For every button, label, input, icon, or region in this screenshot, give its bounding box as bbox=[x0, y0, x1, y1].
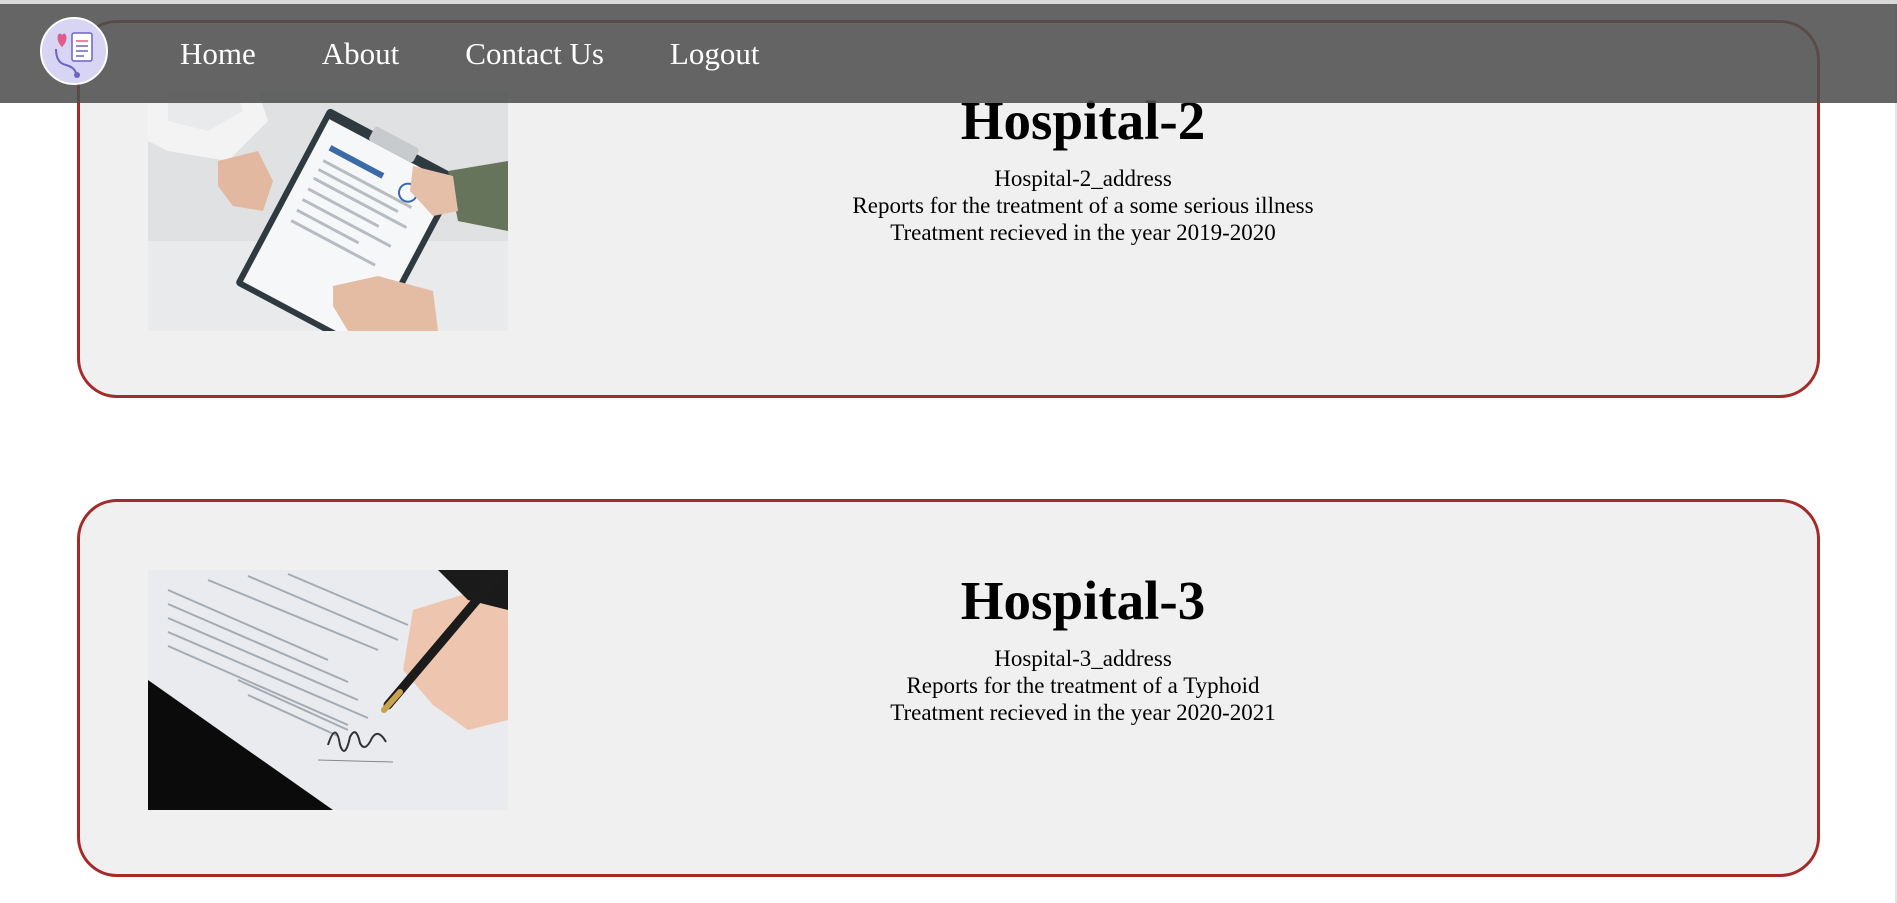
top-border bbox=[0, 0, 1897, 4]
medical-report-stethoscope-icon[interactable] bbox=[40, 17, 108, 85]
hospital-title: Hospital-3 bbox=[960, 570, 1206, 631]
hospital-address: Hospital-3_address bbox=[994, 646, 1172, 671]
nav-links: Home About Contact Us Logout bbox=[180, 4, 825, 103]
hospital-record-details: Hospital-3 Hospital-3_address Reports fo… bbox=[633, 568, 1533, 726]
report-description: Reports for the treatment of a some seri… bbox=[852, 193, 1314, 218]
logo-graphic bbox=[42, 19, 106, 83]
hospital-record-card: Hospital-3 Hospital-3_address Reports fo… bbox=[77, 499, 1820, 877]
hospital-address: Hospital-2_address bbox=[994, 166, 1172, 191]
nav-about-link[interactable]: About bbox=[322, 36, 400, 72]
nav-contact-us-link[interactable]: Contact Us bbox=[465, 36, 604, 72]
top-navigation-bar: Home About Contact Us Logout bbox=[0, 4, 1897, 103]
treatment-year: Treatment recieved in the year 2019-2020 bbox=[890, 220, 1276, 245]
hospital-record-details: Hospital-2 Hospital-2_address Reports fo… bbox=[633, 88, 1533, 246]
nav-home-link[interactable]: Home bbox=[180, 36, 256, 72]
clipboard-handover-photo bbox=[148, 91, 508, 331]
page: Hospital-2 Hospital-2_address Reports fo… bbox=[0, 0, 1897, 903]
clipboard-handover-image bbox=[148, 91, 508, 331]
report-description: Reports for the treatment of a Typhoid bbox=[906, 673, 1260, 698]
document-signing-image bbox=[148, 570, 508, 810]
nav-logout-link[interactable]: Logout bbox=[670, 36, 760, 72]
treatment-year: Treatment recieved in the year 2020-2021 bbox=[890, 700, 1276, 725]
document-signing-photo bbox=[148, 570, 508, 810]
